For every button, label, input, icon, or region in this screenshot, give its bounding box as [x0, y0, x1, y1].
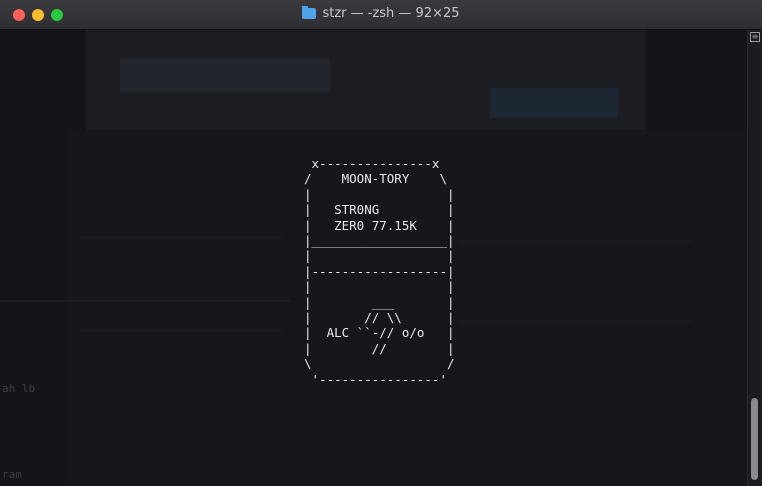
scroll-thumb[interactable]	[751, 398, 758, 480]
terminal-content[interactable]: ah lb ram x---------------x / MOON-TORY …	[0, 30, 748, 486]
background-fragment-text: ah lb	[2, 382, 36, 395]
ascii-line: | ZER0 77.15K |	[304, 217, 455, 233]
ascii-line: | |	[304, 279, 455, 295]
ascii-line: | ___ |	[304, 294, 455, 310]
folder-icon	[302, 6, 317, 19]
background-ghost-line	[82, 330, 282, 332]
ascii-line: '----------------'	[304, 371, 447, 387]
ascii-line: | |	[304, 186, 455, 202]
ascii-line: | // |	[304, 340, 455, 356]
ascii-line: |__________________|	[304, 233, 455, 249]
background-ghost-rule	[0, 300, 290, 302]
title-bar[interactable]: stzr — -zsh — 92×25	[0, 0, 762, 30]
window-title-area: stzr — -zsh — 92×25	[0, 6, 762, 21]
background-fragment-text: ram	[2, 468, 22, 481]
ascii-art-card: x---------------x / MOON-TORY \ | | | ST…	[304, 156, 455, 387]
ascii-line: | ALC ``-// o/o |	[304, 325, 455, 341]
ascii-line: | // \\ |	[304, 310, 455, 326]
vertical-scrollbar[interactable]: ≡	[747, 30, 762, 486]
ascii-line: | |	[304, 248, 455, 264]
ascii-line: | STR0NG |	[304, 202, 455, 218]
background-ghost-line	[460, 240, 690, 242]
background-ghost-line	[82, 236, 282, 238]
ascii-line: \ /	[304, 356, 455, 372]
background-ghost-field	[120, 58, 330, 92]
background-ghost-line	[460, 320, 690, 322]
window-title: stzr — -zsh — 92×25	[322, 6, 460, 21]
terminal-window: stzr — -zsh — 92×25 ah lb ram x---------…	[0, 0, 762, 486]
ascii-line: x---------------x	[304, 156, 440, 171]
ascii-line: / MOON-TORY \	[304, 171, 447, 187]
scroll-menu-icon[interactable]: ≡	[750, 32, 760, 42]
background-ghost-button	[490, 88, 618, 118]
ascii-line: |------------------|	[304, 263, 455, 279]
